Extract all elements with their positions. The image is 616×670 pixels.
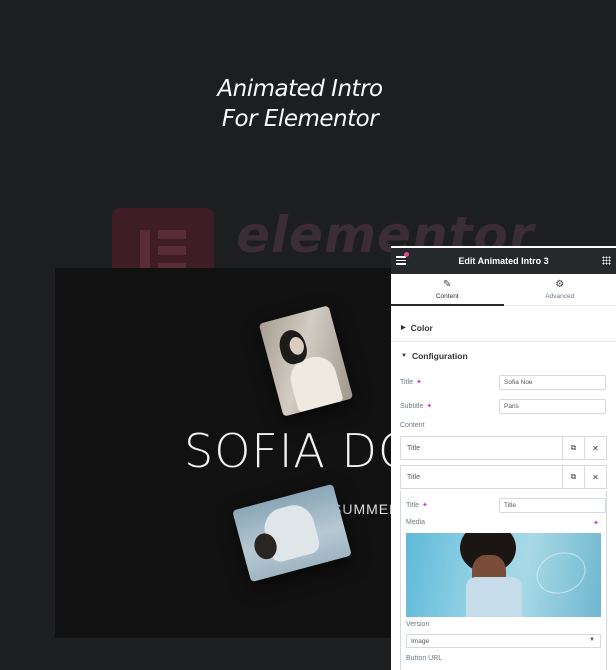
caret-down-icon: ▼ [401, 353, 407, 359]
ai-sparkle-icon[interactable]: ✦ [426, 402, 432, 410]
hero-title-line2: For Elementor [221, 106, 379, 132]
repeater-item[interactable]: Title ⧉ ✕ [400, 465, 607, 489]
item-title-label: Title [406, 501, 419, 509]
section-color-label: Color [410, 322, 433, 333]
version-select[interactable]: Image ▼ [406, 634, 601, 648]
chevron-down-icon: ▼ [589, 637, 595, 643]
tab-content[interactable]: ✎ Content [391, 274, 504, 306]
ai-sparkle-icon[interactable]: ✦ [416, 378, 422, 386]
version-row: Version [406, 621, 429, 628]
subtitle-field-row: Subtitle ✦ [400, 402, 432, 411]
intro-preview: SOFIA DO SUMMER [55, 268, 391, 638]
pencil-icon: ✎ [443, 278, 452, 290]
button-url-row: Button URL [406, 655, 442, 662]
tab-advanced-label: Advanced [545, 292, 575, 300]
repeater-item-label: Title [407, 444, 420, 452]
title-field-row: Title ✦ [400, 378, 422, 387]
widgets-grid-icon[interactable] [602, 256, 611, 265]
subtitle-label: Subtitle [400, 402, 424, 410]
repeater-item[interactable]: Title ⧉ ✕ [400, 436, 607, 460]
subtitle-input[interactable]: Paris [499, 399, 606, 414]
portrait-photo-top [258, 305, 354, 417]
title-input[interactable]: Sofia Noe [499, 375, 606, 390]
item-media-label: Media [406, 519, 426, 526]
duplicate-icon[interactable]: ⧉ [562, 437, 584, 459]
panel-tabs: ✎ Content ⚙ Advanced [391, 274, 616, 306]
hero-title: Animated Intro For Elementor [0, 74, 600, 134]
menu-icon[interactable] [396, 256, 406, 265]
duplicate-icon[interactable]: ⧉ [562, 466, 584, 488]
editor-panel: Edit Animated Intro 3 ✎ Content ⚙ Advanc… [391, 246, 616, 670]
item-media-row: Media [406, 519, 425, 526]
ai-sparkle-icon[interactable]: ✦ [593, 519, 599, 527]
section-configuration-label: Configuration [411, 351, 468, 361]
panel-title: Edit Animated Intro 3 [458, 256, 549, 266]
preview-title: SOFIA DO [184, 424, 391, 478]
caret-right-icon: ▶ [401, 325, 406, 331]
gear-icon: ⚙ [555, 278, 565, 290]
section-configuration[interactable]: ▼ Configuration [391, 342, 616, 370]
item-title-input[interactable]: Title [499, 498, 606, 513]
tab-advanced[interactable]: ⚙ Advanced [504, 274, 616, 305]
hero-title-line1: Animated Intro [217, 76, 383, 102]
media-image-preview[interactable] [406, 533, 601, 617]
repeater-item-label: Title [407, 473, 420, 481]
close-icon[interactable]: ✕ [584, 466, 606, 488]
content-label-row: Content [400, 422, 425, 429]
content-label: Content [400, 422, 425, 429]
item-title-row: Title ✦ [406, 501, 428, 510]
tab-content-label: Content [435, 292, 459, 300]
portrait-photo-bottom [232, 483, 352, 583]
close-icon[interactable]: ✕ [584, 437, 606, 459]
notification-dot [404, 252, 409, 257]
version-label: Version [406, 621, 430, 628]
panel-header: Edit Animated Intro 3 [391, 248, 616, 274]
version-select-value: Image [411, 637, 430, 645]
ai-sparkle-icon[interactable]: ✦ [422, 501, 428, 509]
section-color[interactable]: ▶ Color [391, 314, 616, 342]
title-label: Title [400, 378, 413, 386]
button-url-label: Button URL [406, 655, 443, 662]
